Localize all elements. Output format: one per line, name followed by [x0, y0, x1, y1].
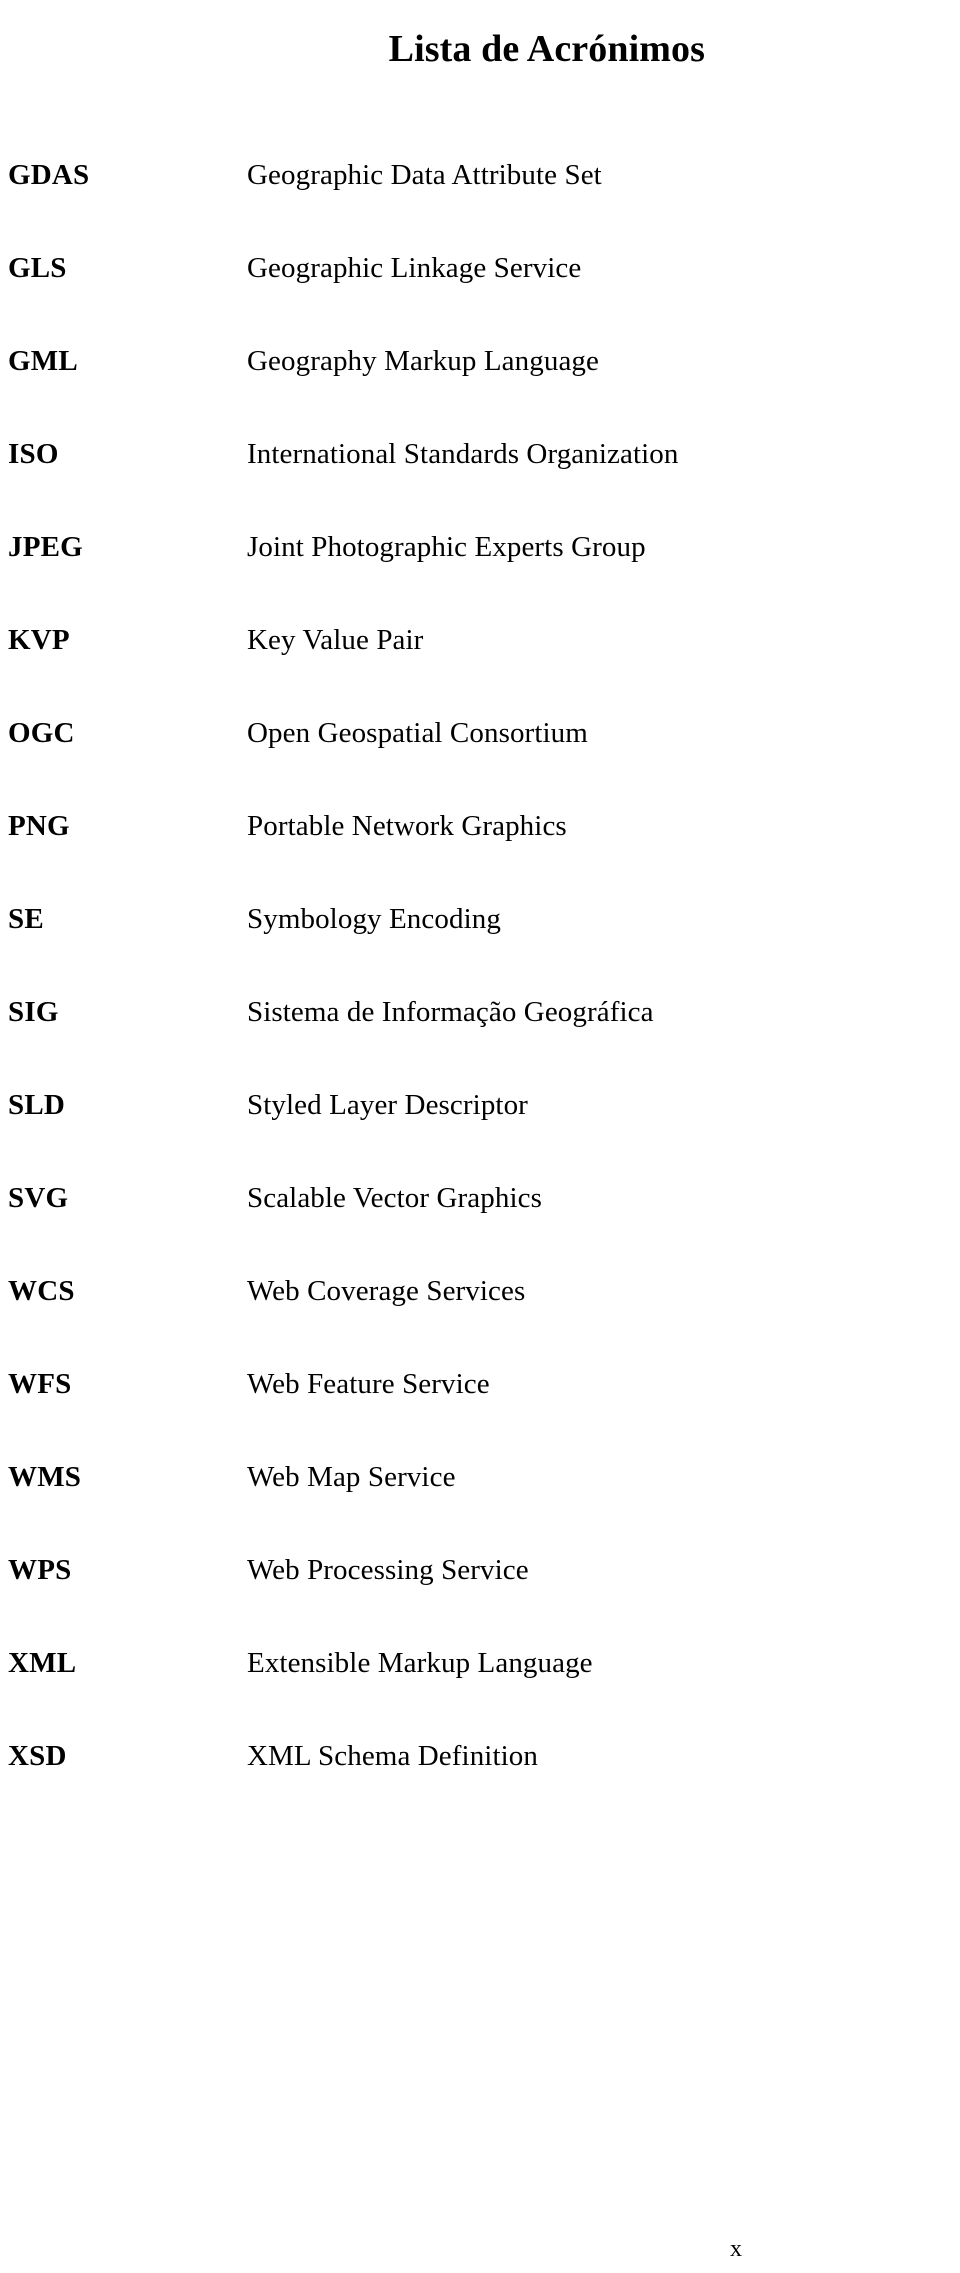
acronym-row: SIG Sistema de Informação Geográfica [0, 990, 960, 1083]
acronym-row: GML Geography Markup Language [0, 339, 960, 432]
acronym-term: GDAS [8, 159, 90, 191]
page-number: x [730, 2236, 742, 2262]
acronym-row: SLD Styled Layer Descriptor [0, 1083, 960, 1176]
acronym-row: SE Symbology Encoding [0, 897, 960, 990]
acronym-row: PNG Portable Network Graphics [0, 804, 960, 897]
acronym-row: WPS Web Processing Service [0, 1548, 960, 1641]
acronym-term: OGC [8, 717, 75, 749]
acronym-row: XSD XML Schema Definition [0, 1734, 960, 1827]
acronym-definition: XML Schema Definition [247, 1740, 538, 1772]
acronym-row: OGC Open Geospatial Consortium [0, 711, 960, 804]
acronym-definition: Geographic Linkage Service [247, 252, 582, 284]
acronym-list: GDAS Geographic Data Attribute Set GLS Geog… [0, 153, 960, 1827]
acronym-row: GDAS Geographic Data Attribute Set [0, 153, 960, 246]
acronym-term: GLS [8, 252, 67, 284]
acronym-definition: Web Map Service [247, 1461, 456, 1493]
acronym-definition: Portable Network Graphics [247, 810, 567, 842]
acronym-term: JPEG [8, 531, 83, 563]
acronym-term: KVP [8, 624, 70, 656]
acronym-definition: Symbology Encoding [247, 903, 501, 935]
acronym-term: SIG [8, 996, 59, 1028]
acronym-definition: Geographic Data Attribute Set [247, 159, 602, 191]
acronym-definition: Scalable Vector Graphics [247, 1182, 542, 1214]
acronym-definition: Sistema de Informação Geográfica [247, 996, 654, 1028]
acronym-definition: Web Processing Service [247, 1554, 529, 1586]
acronym-row: WCS Web Coverage Services [0, 1269, 960, 1362]
acronym-definition: Web Coverage Services [247, 1275, 526, 1307]
acronym-definition: Styled Layer Descriptor [247, 1089, 528, 1121]
acronym-term: GML [8, 345, 78, 377]
acronym-definition: Open Geospatial Consortium [247, 717, 588, 749]
acronym-row: SVG Scalable Vector Graphics [0, 1176, 960, 1269]
acronym-row: XML Extensible Markup Language [0, 1641, 960, 1734]
acronym-definition: Web Feature Service [247, 1368, 490, 1400]
acronym-term: WCS [8, 1275, 75, 1307]
acronym-definition: Extensible Markup Language [247, 1647, 593, 1679]
acronym-row: WFS Web Feature Service [0, 1362, 960, 1455]
acronym-term: WFS [8, 1368, 72, 1400]
document-page: Lista de Acrónimos GDAS Geographic Data A… [0, 0, 960, 2273]
acronym-row: ISO International Standards Organization [0, 432, 960, 525]
acronym-definition: Geography Markup Language [247, 345, 599, 377]
acronym-term: PNG [8, 810, 70, 842]
acronym-term: XSD [8, 1740, 67, 1772]
acronym-term: SE [8, 903, 44, 935]
acronym-row: JPEG Joint Photographic Experts Group [0, 525, 960, 618]
page-title: Lista de Acrónimos [388, 28, 705, 71]
acronym-row: GLS Geographic Linkage Service [0, 246, 960, 339]
acronym-term: WMS [8, 1461, 82, 1493]
acronym-term: XML [8, 1647, 77, 1679]
acronym-definition: Key Value Pair [247, 624, 424, 656]
acronym-definition: Joint Photographic Experts Group [247, 531, 646, 563]
acronym-term: SVG [8, 1182, 69, 1214]
acronym-definition: International Standards Organization [247, 438, 679, 470]
acronym-term: SLD [8, 1089, 66, 1121]
acronym-term: WPS [8, 1554, 72, 1586]
acronym-row: WMS Web Map Service [0, 1455, 960, 1548]
acronym-term: ISO [8, 438, 59, 470]
acronym-row: KVP Key Value Pair [0, 618, 960, 711]
